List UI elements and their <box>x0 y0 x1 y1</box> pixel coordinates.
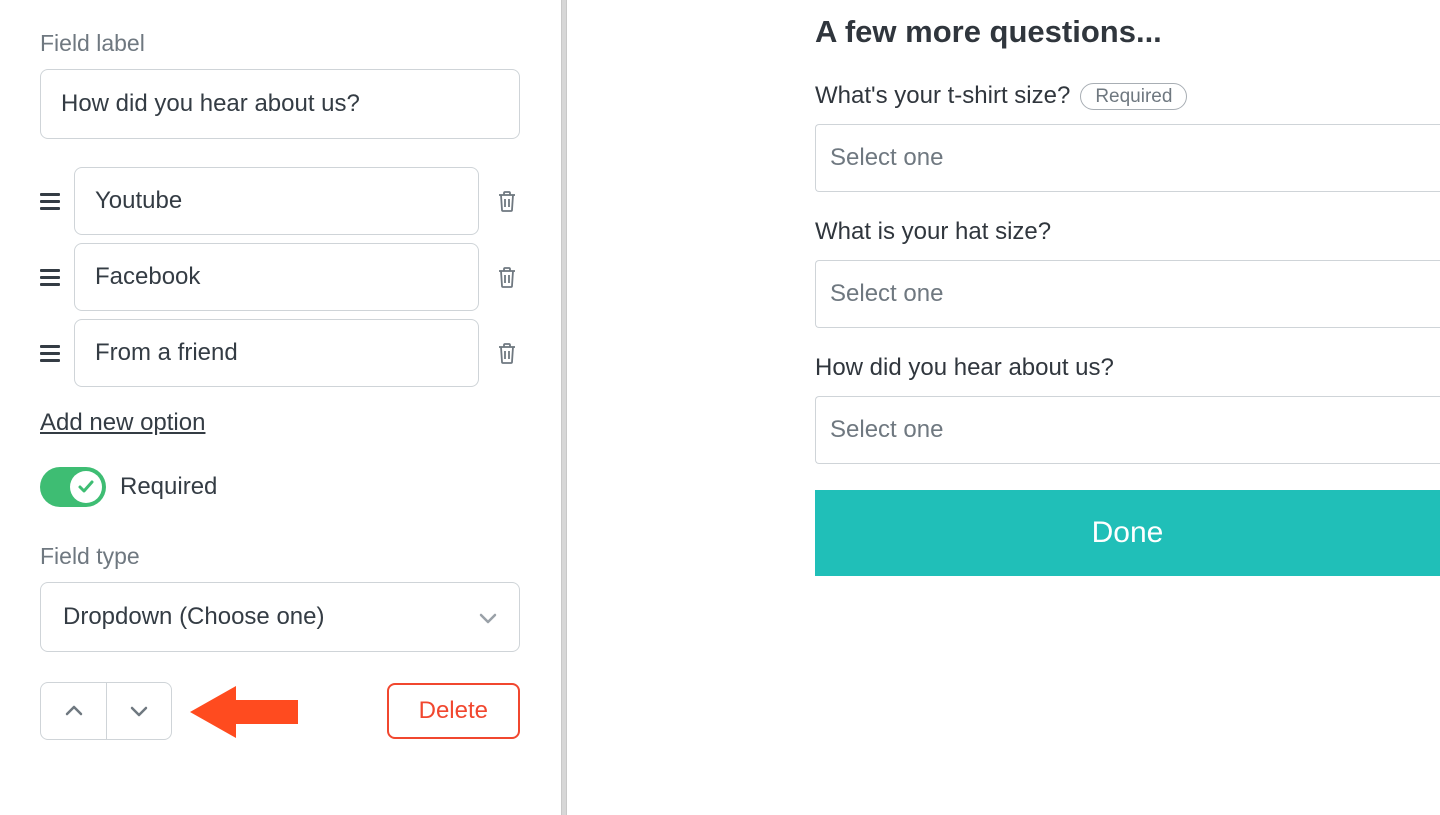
submit-button[interactable]: Done <box>815 490 1440 576</box>
field-type-block: Field type Dropdown (Choose one) <box>40 543 521 652</box>
option-input[interactable] <box>74 243 479 311</box>
options-list: Add new option <box>40 167 521 437</box>
preview-dropdown-placeholder: Select one <box>830 416 943 444</box>
chevron-up-icon <box>62 699 86 723</box>
required-toggle-label: Required <box>120 473 217 501</box>
option-input[interactable] <box>74 319 479 387</box>
option-input[interactable] <box>74 167 479 235</box>
form-preview-panel: A few more questions... What's your t-sh… <box>567 0 1440 815</box>
preview-field-label: What is your hat size? <box>815 218 1051 246</box>
delete-field-button[interactable]: Delete <box>387 683 520 739</box>
trash-icon <box>497 190 517 212</box>
editor-bottom-row: Delete <box>40 682 520 740</box>
preview-heading: A few more questions... <box>815 14 1440 50</box>
preview-field: What is your hat size? Select one <box>815 218 1440 328</box>
preview-field: How did you hear about us? Select one <box>815 354 1440 464</box>
field-label-input[interactable] <box>40 69 520 139</box>
field-label-caption: Field label <box>40 30 521 57</box>
drag-handle-icon[interactable] <box>40 345 64 362</box>
required-badge: Required <box>1080 83 1187 110</box>
preview-dropdown-placeholder: Select one <box>830 280 943 308</box>
chevron-down-icon <box>127 699 151 723</box>
move-down-button[interactable] <box>106 683 171 739</box>
option-row <box>40 243 521 311</box>
drag-handle-icon[interactable] <box>40 269 64 286</box>
delete-option-button[interactable] <box>493 262 521 292</box>
option-row <box>40 167 521 235</box>
delete-option-button[interactable] <box>493 338 521 368</box>
preview-dropdown[interactable]: Select one <box>815 396 1440 464</box>
reorder-button-group <box>40 682 172 740</box>
trash-icon <box>497 266 517 288</box>
preview-field-label: What's your t-shirt size? <box>815 82 1070 110</box>
required-toggle[interactable] <box>40 467 106 507</box>
drag-handle-icon[interactable] <box>40 193 64 210</box>
field-type-value: Dropdown (Choose one) <box>63 603 324 631</box>
trash-icon <box>497 342 517 364</box>
preview-dropdown-placeholder: Select one <box>830 144 943 172</box>
preview-field: What's your t-shirt size? Required Selec… <box>815 82 1440 192</box>
option-row <box>40 319 521 387</box>
preview-dropdown[interactable]: Select one <box>815 260 1440 328</box>
delete-option-button[interactable] <box>493 186 521 216</box>
annotation-arrow-icon <box>190 672 330 752</box>
move-up-button[interactable] <box>41 683 106 739</box>
check-icon <box>77 478 95 496</box>
field-type-caption: Field type <box>40 543 521 570</box>
add-option-link[interactable]: Add new option <box>40 409 205 437</box>
field-type-select[interactable]: Dropdown (Choose one) <box>40 582 520 652</box>
field-editor-panel: Field label <box>0 0 561 815</box>
preview-field-label: How did you hear about us? <box>815 354 1114 382</box>
chevron-down-icon <box>477 607 497 627</box>
preview-dropdown[interactable]: Select one <box>815 124 1440 192</box>
required-toggle-row: Required <box>40 467 521 507</box>
